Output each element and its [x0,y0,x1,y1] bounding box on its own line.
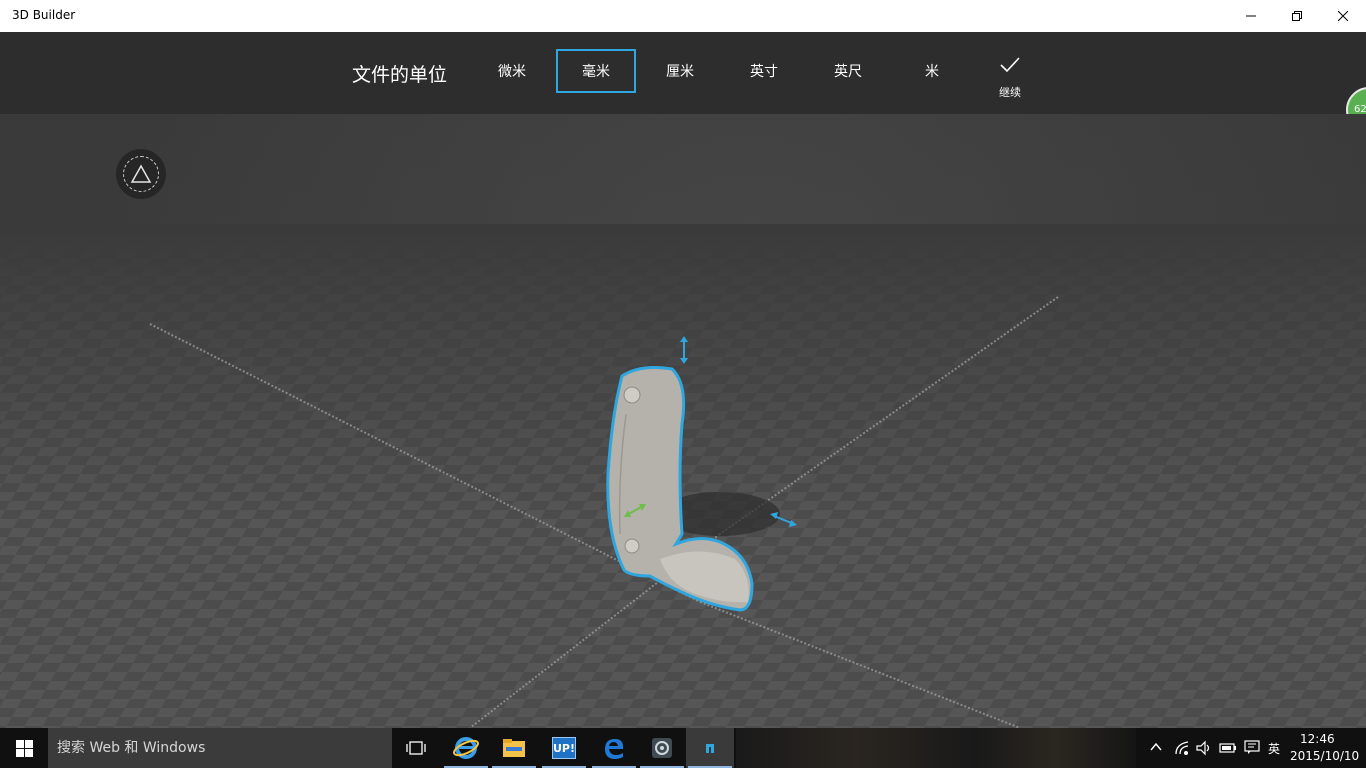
3d-builder-icon [706,744,714,753]
chevron-up-icon[interactable] [1150,742,1162,752]
3d-viewport[interactable] [0,114,1366,728]
taskbar-background [736,728,1136,768]
app-3ds-icon [652,738,672,758]
minimize-button[interactable] [1228,0,1274,32]
unit-centimeter-button[interactable]: 厘米 [640,49,720,93]
taskbar-up-app[interactable]: UP! [540,728,588,768]
ime-indicator[interactable]: 英 [1268,740,1280,757]
volume-icon[interactable] [1196,740,1212,756]
unit-label: 英尺 [834,64,862,80]
clock-date[interactable]: 2015/10/10 [1290,749,1359,763]
unit-label: 英寸 [750,64,778,80]
unit-millimeter-button[interactable]: 毫米 [556,49,636,93]
search-placeholder: 搜索 Web 和 Windows [57,740,206,756]
up-app-label: UP! [553,741,576,755]
units-toolbar: 文件的单位 微米 毫米 厘米 英寸 英尺 米 继续 62 [0,32,1366,133]
close-icon [1338,11,1348,21]
notifications-icon[interactable] [1244,739,1260,755]
continue-button[interactable]: 继续 [990,56,1030,100]
unit-meter-button[interactable]: 米 [892,49,972,93]
start-button[interactable] [0,728,48,768]
internet-explorer-icon [453,737,479,759]
title-bar: 3D Builder [0,0,1366,32]
minimize-icon [1246,15,1256,17]
unit-label: 微米 [498,64,526,80]
taskbar-file-explorer[interactable] [490,728,538,768]
app-title: 3D Builder [12,8,76,22]
view-button-ring [123,156,159,192]
unit-inch-button[interactable]: 英寸 [724,49,804,93]
taskbar-3d-builder[interactable] [686,728,734,768]
up-app-icon: UP! [552,737,576,759]
close-button[interactable] [1320,0,1366,32]
taskbar-edge[interactable] [590,728,638,768]
taskbar-3ds-app[interactable] [638,728,686,768]
triangle-view-icon [130,164,152,183]
checkmark-icon [1000,57,1020,73]
wifi-icon[interactable] [1174,740,1190,756]
restore-button[interactable] [1274,0,1320,32]
task-view-icon [406,741,426,755]
view-mode-button[interactable] [116,149,166,199]
unit-label: 米 [925,64,939,80]
taskbar-internet-explorer[interactable] [442,728,490,768]
restore-icon [1292,11,1302,21]
unit-micrometer-button[interactable]: 微米 [472,49,552,93]
continue-label: 继续 [999,86,1021,99]
taskbar: 搜索 Web 和 Windows UP! 英 12:46 2015/10/10 [0,728,1366,768]
file-explorer-icon [503,739,525,757]
battery-icon[interactable] [1219,740,1237,756]
unit-label: 毫米 [582,64,610,80]
edge-icon [605,739,624,759]
clock-time[interactable]: 12:46 [1300,732,1335,746]
search-box[interactable]: 搜索 Web 和 Windows [48,728,392,768]
unit-label: 厘米 [666,64,694,80]
units-title: 文件的单位 [352,64,448,86]
task-view-button[interactable] [392,728,440,768]
grid-floor [0,224,1366,728]
windows-logo-icon [15,739,33,757]
unit-foot-button[interactable]: 英尺 [808,49,888,93]
